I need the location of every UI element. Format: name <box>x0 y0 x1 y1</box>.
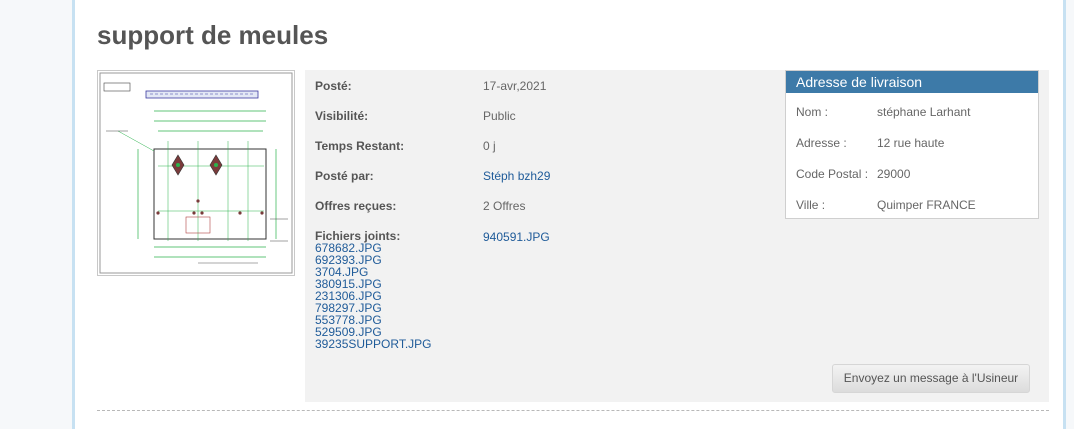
delivery-address-box: Adresse de livraison Nom : stéphane Larh… <box>785 70 1039 219</box>
posted-label: Posté: <box>315 79 352 93</box>
offers-value: 2 Offres <box>483 199 526 213</box>
drawing-thumbnail[interactable] <box>97 70 295 276</box>
delivery-address-header: Adresse de livraison <box>786 71 1038 93</box>
city-value: Quimper FRANCE <box>877 198 976 212</box>
posted-by-link[interactable]: Stéph bzh29 <box>483 169 550 183</box>
posted-by-label: Posté par: <box>315 169 374 183</box>
technical-drawing-image <box>99 72 293 274</box>
city-label: Ville : <box>796 198 826 212</box>
right-margin <box>1066 0 1074 429</box>
left-border-line <box>72 0 75 429</box>
file-link[interactable]: 39235SUPPORT.JPG <box>315 338 475 350</box>
address-value: 12 rue haute <box>877 136 945 150</box>
visibility-label: Visibilité: <box>315 109 369 123</box>
left-margin <box>0 0 72 429</box>
attached-files: Fichiers joints: 678682.JPG 692393.JPG 3… <box>315 230 475 350</box>
offers-label: Offres reçues: <box>315 199 397 213</box>
send-message-button[interactable]: Envoyez un message à l'Usineur <box>832 364 1030 393</box>
name-label: Nom : <box>796 105 829 119</box>
project-details-panel: Posté: 17-avr,2021 Visibilité: Public Te… <box>305 70 1049 402</box>
time-left-value: 0 j <box>483 139 496 153</box>
postal-label: Code Postal : <box>796 167 869 181</box>
posted-value: 17-avr,2021 <box>483 79 547 93</box>
page-title: support de meules <box>97 20 329 50</box>
address-label: Adresse : <box>796 136 847 150</box>
time-left-label: Temps Restant: <box>315 139 405 153</box>
postal-value: 29000 <box>877 167 911 181</box>
visibility-value: Public <box>483 109 516 123</box>
attachment-link[interactable]: 940591.JPG <box>483 230 550 244</box>
name-value: stéphane Larhant <box>877 105 971 119</box>
section-divider <box>97 410 1049 411</box>
